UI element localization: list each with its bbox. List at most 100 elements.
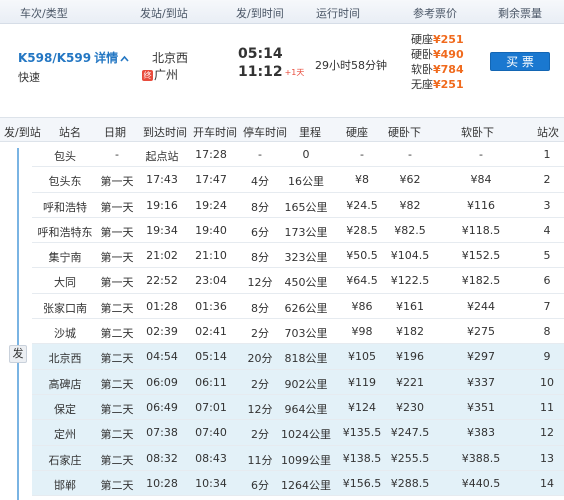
- distance-cell: 165公里: [284, 200, 328, 214]
- hard-sleeper-price: ¥182: [396, 325, 424, 339]
- price-item: 硬座¥251: [411, 32, 464, 47]
- th-distance: 里程: [299, 126, 321, 139]
- hard-sleeper-price: ¥255.5: [390, 451, 430, 465]
- depart-time-cell: 17:47: [195, 173, 227, 187]
- th-depart-time: 开车时间: [193, 126, 237, 139]
- distance-cell: 626公里: [284, 301, 328, 315]
- station-name: 呼和浩特: [43, 200, 87, 214]
- distance-cell: 173公里: [284, 225, 328, 239]
- arrive-time-cell: 21:02: [146, 249, 178, 263]
- stop-row: 呼和浩特 第一天 19:16 19:24 8分 165公里 ¥24.5 ¥82 ¥116 3: [32, 193, 564, 218]
- station-name: 包头: [54, 150, 76, 163]
- stop-day: 第二天: [100, 402, 134, 416]
- price-label: 硬座: [411, 33, 433, 46]
- stop-row: 大同 第一天 22:52 23:04 12分 450公里 ¥64.5 ¥122.5 ¥182.5…: [32, 268, 564, 294]
- stop-row: 定州 第二天 07:38 07:40 2分 1024公里 ¥135.5 ¥247.5 ¥383 1…: [32, 420, 564, 446]
- stop-number: 10: [540, 375, 554, 389]
- depart-time-cell: 01:36: [195, 299, 227, 313]
- stop-duration: -: [258, 148, 262, 161]
- col-train-header: 车次/类型: [20, 7, 68, 20]
- soft-sleeper-price: ¥337: [467, 375, 495, 389]
- hard-seat-price: ¥105: [348, 350, 376, 364]
- distance-cell: 703公里: [284, 327, 328, 341]
- to-station: 广州: [154, 68, 179, 82]
- depart-station-marker: 发: [9, 345, 27, 363]
- price-label: 无座: [411, 78, 433, 91]
- arrive-time-cell: 17:43: [146, 173, 178, 187]
- detail-toggle[interactable]: 详情: [94, 51, 129, 65]
- soft-sleeper-price: ¥84: [470, 173, 492, 187]
- stop-row: 沙城 第二天 02:39 02:41 2分 703公里 ¥98 ¥182 ¥275 8: [32, 319, 564, 345]
- stop-day: 第一天: [100, 225, 134, 239]
- stop-row: 高碑店 第二天 06:09 06:11 2分 902公里 ¥119 ¥221 ¥337 10: [32, 369, 564, 395]
- stop-day: 第二天: [100, 301, 134, 315]
- hard-sleeper-price: ¥288.5: [390, 476, 430, 490]
- arrive-time-cell: 04:54: [146, 350, 178, 364]
- th-hard-sleeper: 硬卧下: [388, 126, 421, 139]
- train-number-link[interactable]: K598/K599 详情: [18, 49, 129, 66]
- stop-duration: 20分: [247, 352, 273, 366]
- th-stop-time: 停车时间: [243, 126, 287, 139]
- soft-sleeper-price: -: [479, 148, 483, 161]
- stop-duration: 4分: [251, 175, 269, 189]
- arrive-time-cell: 19:16: [146, 198, 178, 212]
- stop-duration: 11分: [247, 453, 273, 467]
- stop-day: 第一天: [100, 276, 134, 290]
- arrive-time-cell: 08:32: [146, 451, 178, 465]
- hard-seat-price: ¥98: [351, 325, 373, 339]
- soft-sleeper-price: ¥351: [467, 400, 495, 414]
- stop-day: 第二天: [100, 327, 134, 341]
- hard-sleeper-price: ¥161: [396, 299, 424, 313]
- train-type: 快速: [18, 71, 40, 84]
- col-times-header: 发/到时间: [236, 7, 284, 20]
- stop-row: 呼和浩特东 第一天 19:34 19:40 6分 173公里 ¥28.5 ¥82.5 ¥118.…: [32, 218, 564, 244]
- depart-time-cell: 07:01: [195, 400, 227, 414]
- distance-cell: 0: [302, 148, 310, 161]
- arrive-time-cell: 06:09: [146, 375, 178, 389]
- distance-cell: 818公里: [284, 352, 328, 366]
- buy-ticket-button[interactable]: 买 票: [490, 52, 550, 71]
- stop-number: 13: [540, 451, 554, 465]
- arrive-time-cell: 22:52: [146, 274, 178, 288]
- stop-number: 7: [543, 299, 551, 313]
- station-name: 集宁南: [48, 251, 82, 265]
- chevron-up-icon[interactable]: [120, 51, 129, 65]
- depart-time-cell: 05:14: [195, 350, 227, 364]
- distance-cell: 902公里: [284, 377, 328, 391]
- distance-cell: 450公里: [284, 276, 328, 290]
- stop-day: 第二天: [100, 428, 134, 442]
- stop-row: 包头 - 起点站 17:28 - 0 - - - 1: [32, 142, 564, 168]
- train-number[interactable]: K598/K599: [18, 51, 91, 65]
- hard-sleeper-price: ¥230: [396, 400, 424, 414]
- stop-day: 第二天: [100, 478, 134, 492]
- arrive-time-cell: 01:28: [146, 299, 178, 313]
- depart-time-cell: 06:11: [195, 375, 227, 389]
- stop-number: 9: [543, 350, 551, 364]
- soft-sleeper-price: ¥297: [467, 350, 495, 364]
- col-remaining-header: 剩余票量: [498, 7, 542, 20]
- col-stations-header: 发站/到站: [140, 7, 188, 20]
- hard-seat-price: ¥86: [351, 299, 373, 313]
- depart-time: 05:14: [238, 46, 283, 62]
- hard-seat-price: ¥50.5: [346, 249, 378, 263]
- depart-time-cell: 19:24: [195, 198, 227, 212]
- station-name: 石家庄: [48, 453, 82, 467]
- detail-label[interactable]: 详情: [94, 51, 118, 65]
- stops-table-body: 包头 - 起点站 17:28-0- - -1 包头东 第一天 17:43 17:47 4分 16公里 ¥…: [32, 142, 564, 497]
- arrive-time-cell: 起点站: [145, 150, 179, 163]
- stop-row: 包头东 第一天 17:43 17:47 4分 16公里 ¥8 ¥62 ¥84 2: [32, 167, 564, 193]
- stop-day: 第一天: [100, 251, 134, 265]
- stop-duration: 8分: [251, 301, 269, 315]
- station-name: 大同: [54, 276, 76, 290]
- stop-duration: 12分: [247, 276, 273, 290]
- price-item: 无座¥251: [411, 77, 464, 92]
- stop-duration: 2分: [251, 428, 269, 442]
- station-name: 邯郸: [54, 478, 76, 492]
- stop-number: 2: [543, 173, 551, 187]
- hard-seat-price: ¥24.5: [346, 198, 378, 212]
- station-name: 定州: [54, 428, 76, 442]
- stop-number: 6: [543, 274, 551, 288]
- stop-day: 第二天: [100, 377, 134, 391]
- hard-seat-price: ¥135.5: [342, 426, 382, 440]
- soft-sleeper-price: ¥244: [467, 299, 495, 313]
